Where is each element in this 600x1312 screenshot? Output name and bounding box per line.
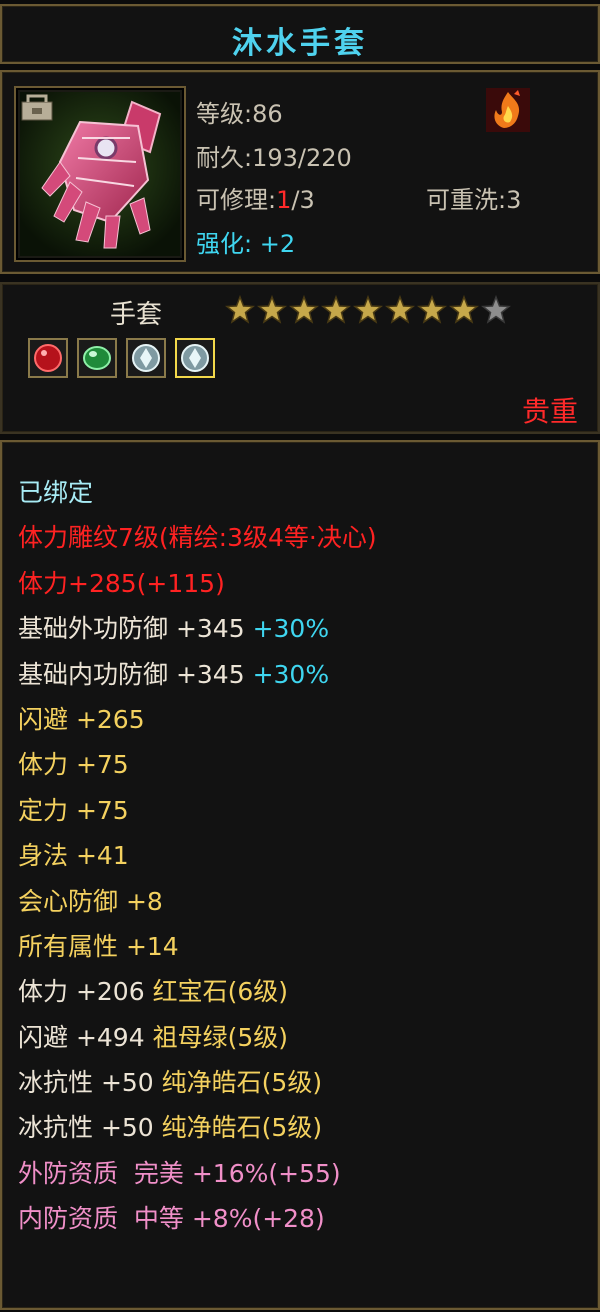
- bound-status: 已绑定: [18, 478, 94, 507]
- title-bar: 沐水手套: [0, 4, 600, 64]
- gem-slots: [28, 338, 219, 378]
- gem-attr-line: 冰抗性 +50 纯净皓石(5级): [18, 1105, 377, 1150]
- white-gem-icon: [181, 344, 210, 372]
- repair-current: 1: [276, 186, 292, 214]
- gem-slot[interactable]: [126, 338, 167, 378]
- int-defense-pct: +30%: [252, 659, 330, 689]
- gem-stat: 冰抗性 +50: [18, 1068, 154, 1098]
- ext-defense-line: 基础外功防御 +345 +30%: [18, 606, 377, 651]
- gem-slot[interactable]: [77, 338, 118, 378]
- star-filled-icon: [256, 294, 288, 324]
- star-rating: [224, 294, 512, 326]
- star-filled-icon: [416, 294, 448, 324]
- star-filled-icon: [384, 294, 416, 324]
- white-gem-icon: [132, 344, 161, 372]
- attr-line: 定力 +75: [18, 795, 129, 825]
- lock-icon: [21, 94, 53, 121]
- gem-name: 纯净皓石(5级): [161, 1068, 323, 1098]
- repair-text: 可修理:1/3: [196, 180, 315, 215]
- repair-max: /3: [291, 186, 315, 214]
- flame-badge-icon: [486, 88, 530, 132]
- gem-stat: 闪避 +494: [18, 1022, 145, 1052]
- attribute-list: 已绑定 体力雕纹7级(精绘:3级4等·决心) 体力+285(+115) 基础外功…: [18, 470, 377, 1242]
- item-name: 沐水手套: [232, 26, 368, 61]
- green-gem-icon: [83, 346, 112, 370]
- engrave-line: 体力雕纹7级(精绘:3级4等·决心): [18, 523, 377, 553]
- star-filled-icon: [448, 294, 480, 324]
- star-filled-icon: [288, 294, 320, 324]
- int-defense-text: 基础内功防御 +345: [18, 659, 245, 689]
- star-filled-icon: [352, 294, 384, 324]
- item-info-panel: 等级:86 耐久:193/220 可修理:1/3 可重洗:3 强化: +2: [0, 70, 600, 274]
- ext-defense-text: 基础外功防御 +345: [18, 614, 245, 644]
- gem-attr-line: 闪避 +494 祖母绿(5级): [18, 1015, 377, 1060]
- gem-stat: 体力 +206: [18, 977, 145, 1007]
- red-gem-icon: [34, 344, 62, 372]
- rarity-label: 贵重: [521, 395, 578, 428]
- stamina-bonus-line: 体力+285(+115): [18, 568, 225, 598]
- ext-quality-line: 外防资质 完美 +16%(+55): [18, 1158, 341, 1188]
- star-empty-icon: [480, 294, 512, 324]
- item-icon-frame[interactable]: [14, 86, 186, 262]
- level-text: 等级:86: [196, 100, 283, 128]
- attr-line: 会心防御 +8: [18, 886, 163, 916]
- attr-line: 身法 +41: [18, 841, 129, 871]
- attributes-panel: 已绑定 体力雕纹7级(精绘:3级4等·决心) 体力+285(+115) 基础外功…: [0, 440, 600, 1310]
- gem-name: 红宝石(6级): [152, 977, 288, 1007]
- rewash-text: 可重洗:3: [426, 186, 522, 214]
- gem-stat: 冰抗性 +50: [18, 1113, 154, 1143]
- repair-label: 可修理:: [196, 186, 277, 214]
- gem-slot[interactable]: [28, 338, 68, 378]
- item-type: 手套: [110, 300, 163, 330]
- ext-defense-pct: +30%: [252, 614, 330, 644]
- int-quality-line: 内防资质 中等 +8%(+28): [18, 1204, 325, 1234]
- star-filled-icon: [224, 294, 256, 324]
- gem-name: 祖母绿(5级): [152, 1022, 288, 1052]
- durability-text: 耐久:193/220: [196, 144, 352, 172]
- star-filled-icon: [320, 294, 352, 324]
- int-defense-line: 基础内功防御 +345 +30%: [18, 652, 377, 697]
- gem-attr-line: 冰抗性 +50 纯净皓石(5级): [18, 1060, 377, 1105]
- enhance-text: 强化: +2: [196, 230, 296, 258]
- grade-panel: 手套 贵重: [0, 282, 600, 434]
- gem-name: 纯净皓石(5级): [161, 1113, 323, 1143]
- gem-slot-selected[interactable]: [175, 338, 216, 378]
- attr-line: 体力 +75: [18, 750, 129, 780]
- attr-line: 闪避 +265: [18, 704, 145, 734]
- gem-attr-line: 体力 +206 红宝石(6级): [18, 969, 377, 1014]
- attr-line: 所有属性 +14: [18, 931, 179, 961]
